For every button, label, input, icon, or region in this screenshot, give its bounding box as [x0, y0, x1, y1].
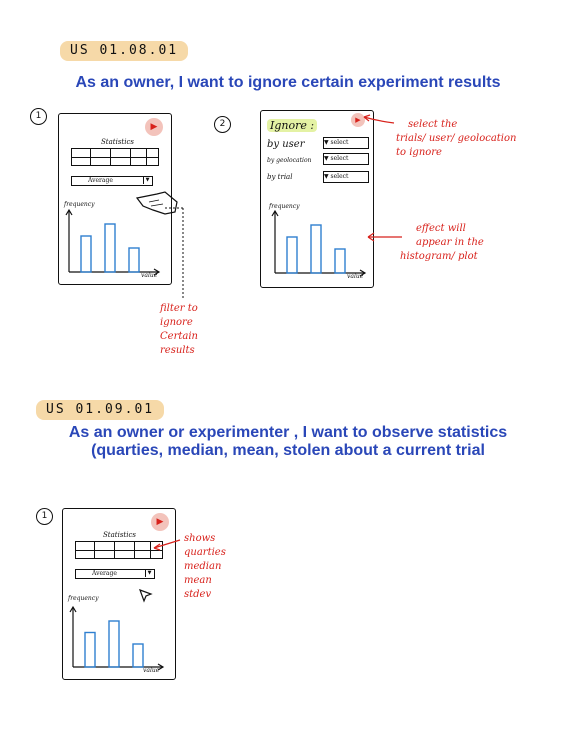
- step2-number: 2: [214, 116, 231, 133]
- histogram-bar: [334, 248, 346, 274]
- phone-mockup-3: ▶ Statistics Average ▼ frequency value: [62, 508, 176, 680]
- effect-annotation: effect will appear in the histogram/ plo…: [400, 223, 484, 262]
- story1-tag: US 01.08.01: [60, 41, 189, 61]
- histogram-bar: [104, 223, 116, 273]
- histogram-bar: [108, 620, 120, 668]
- step1-number: 1: [30, 108, 47, 125]
- story2-title-line1: As an owner or experimenter , I want to …: [68, 424, 508, 441]
- histogram-bar: [80, 235, 92, 273]
- filter-annotation: filter to ignore Certain results: [160, 303, 198, 356]
- histogram-chart: [69, 605, 165, 671]
- histogram-bar: [310, 224, 322, 274]
- phone-mockup-2: ▶ Ignore : by user ▼ select by geolocati…: [260, 110, 374, 288]
- story1-title: As an owner, I want to ignore certain ex…: [75, 74, 501, 91]
- histogram-chart: [271, 209, 367, 277]
- story2-step1-number: 1: [36, 508, 53, 525]
- story2-title-line2: (quarties, median, mean, stolen about a …: [91, 442, 485, 459]
- histogram-bar: [286, 236, 298, 274]
- select-annotation: select the trials/ user/ geolocation to …: [396, 119, 517, 158]
- statistics-annotation: shows quarties median mean stdev: [184, 533, 226, 600]
- histogram-bar: [132, 643, 144, 668]
- histogram-bar: [84, 631, 96, 668]
- story2-tag: US 01.09.01: [36, 400, 165, 420]
